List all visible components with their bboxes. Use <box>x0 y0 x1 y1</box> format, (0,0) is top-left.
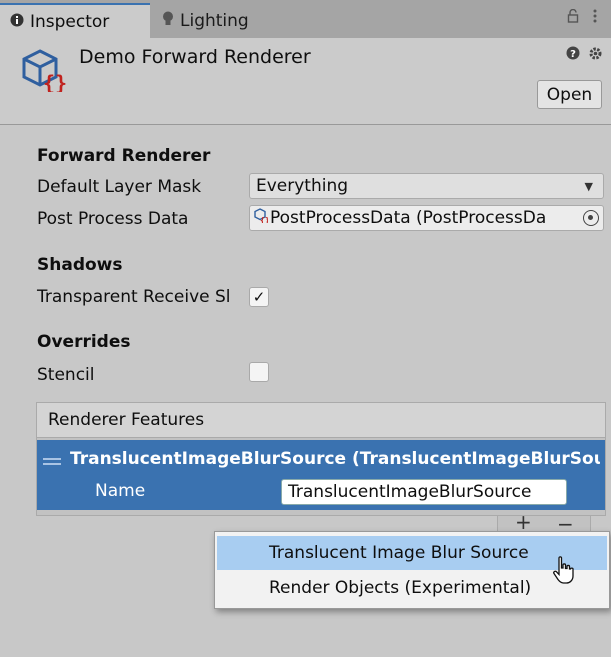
lock-icon[interactable] <box>567 8 579 27</box>
svg-text:{}: {} <box>260 216 268 223</box>
inspector-header: {} Demo Forward Renderer ? Open <box>0 38 611 125</box>
post-process-data-field[interactable]: {} PostProcessData (PostProcessDa <box>249 205 604 231</box>
stencil-checkbox[interactable] <box>249 362 269 382</box>
tab-label: Lighting <box>180 10 249 31</box>
renderer-feature-title[interactable]: TranslucentImageBlurSource (TranslucentI… <box>70 449 600 469</box>
add-feature-menu: Translucent Image Blur Source Render Obj… <box>214 531 610 609</box>
section-forward-renderer: Forward Renderer <box>37 146 211 166</box>
asset-reference-icon: {} <box>254 208 270 228</box>
transparent-receive-shadows-label: Transparent Receive Sl <box>37 287 231 307</box>
menu-item-translucent-image-blur-source[interactable]: Translucent Image Blur Source <box>217 536 607 570</box>
default-layer-mask-label: Default Layer Mask <box>37 177 202 197</box>
renderer-feature-name-label: Name <box>95 481 146 501</box>
bulb-icon <box>162 11 174 30</box>
section-shadows: Shadows <box>37 255 123 275</box>
kebab-menu-icon[interactable] <box>593 8 597 27</box>
post-process-data-value: PostProcessData (PostProcessDa <box>270 208 547 228</box>
settings-gear-icon[interactable] <box>588 46 603 65</box>
open-button[interactable]: Open <box>537 80 602 109</box>
tab-label: Inspector <box>30 11 110 32</box>
svg-text:{}: {} <box>43 71 66 92</box>
tab-bar-controls <box>567 8 597 27</box>
drag-handle-icon[interactable] <box>43 452 61 471</box>
help-icon[interactable]: ? <box>566 46 580 65</box>
menu-item-render-objects[interactable]: Render Objects (Experimental) <box>217 571 607 605</box>
post-process-data-label: Post Process Data <box>37 209 189 229</box>
renderer-asset-icon: {} <box>20 48 67 97</box>
tab-bar: Inspector Lighting <box>0 0 611 38</box>
header-icons: ? <box>566 46 603 65</box>
section-overrides: Overrides <box>37 332 131 352</box>
dropdown-value: Everything <box>256 176 349 196</box>
default-layer-mask-dropdown[interactable]: Everything ▼ <box>249 173 604 199</box>
asset-title: Demo Forward Renderer <box>79 46 311 68</box>
renderer-features-header: Renderer Features <box>36 402 606 438</box>
renderer-feature-name-input[interactable]: TranslucentImageBlurSource <box>281 479 567 505</box>
tab-inspector[interactable]: Inspector <box>0 3 150 38</box>
tab-lighting[interactable]: Lighting <box>152 3 332 38</box>
info-icon <box>10 13 24 31</box>
transparent-receive-shadows-checkbox[interactable]: ✓ <box>249 287 269 307</box>
mouse-pointer-icon <box>552 555 574 590</box>
dropdown-arrow-icon: ▼ <box>584 180 593 193</box>
stencil-label: Stencil <box>37 365 95 385</box>
svg-text:?: ? <box>570 49 576 60</box>
object-picker-icon[interactable] <box>583 210 599 226</box>
